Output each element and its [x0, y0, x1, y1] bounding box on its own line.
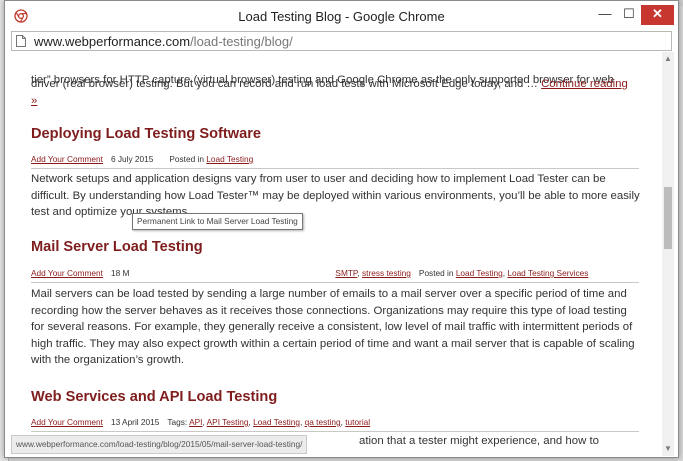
continue-tail-wrap: »	[31, 93, 641, 110]
post-title-web-services[interactable]: Web Services and API Load Testing	[31, 389, 277, 405]
post-body-mail-server: Mail servers can be load tested by sendi…	[31, 288, 635, 366]
link-tooltip: Permanent Link to Mail Server Load Testi…	[132, 213, 303, 230]
continue-reading-tail[interactable]: »	[31, 95, 37, 107]
tag-link-api[interactable]: API	[189, 417, 202, 427]
post-title-deploying[interactable]: Deploying Load Testing Software	[31, 126, 261, 142]
chrome-window: Load Testing Blog - Google Chrome — ☐ ✕ …	[4, 0, 679, 458]
posted-in-label: Posted in	[418, 268, 454, 278]
window-title: Load Testing Blog - Google Chrome	[238, 9, 445, 24]
url-path: /load-testing/blog/	[190, 34, 293, 49]
tag-link-qa-testing[interactable]: qa testing	[305, 417, 341, 427]
tag-link-api-testing[interactable]: API Testing	[207, 417, 249, 427]
scroll-down-arrow-icon[interactable]: ▼	[664, 444, 672, 453]
title-bar[interactable]: Load Testing Blog - Google Chrome — ☐ ✕	[5, 1, 678, 31]
intro-line-2-wrap: driver (real browser) testing. But you c…	[31, 76, 641, 93]
scrollbar-thumb[interactable]	[664, 187, 672, 249]
page-icon	[16, 35, 26, 47]
scroll-up-arrow-icon[interactable]: ▲	[664, 54, 672, 63]
tags-label: Tags:	[167, 417, 188, 427]
continue-reading-link[interactable]: Continue reading	[541, 78, 628, 90]
post-date-fragment: 18 M	[110, 268, 130, 278]
url-host: www.webperformance.com	[34, 34, 191, 49]
minimize-button[interactable]: —	[597, 5, 613, 25]
tag-link-load-testing[interactable]: Load Testing	[253, 417, 300, 427]
post-body-deploying: Network setups and application designs v…	[31, 173, 640, 218]
post-date: 13 April 2015	[110, 417, 160, 427]
category-link-load-testing-services[interactable]: Load Testing Services	[507, 268, 588, 278]
post-meta-mail-server: Add Your Comment 18 M SMTP, stress testing…	[31, 268, 639, 283]
maximize-button[interactable]: ☐	[621, 5, 637, 25]
post-date: 6 July 2015	[110, 154, 154, 164]
page-content: tier” browsers for HTTP capture (virtual…	[11, 52, 661, 457]
vertical-scrollbar[interactable]: ▲ ▼	[662, 52, 674, 456]
post-meta-deploying: Add Your Comment 6 July 2015 Posted in Loa…	[31, 154, 639, 169]
tag-link-stress-testing[interactable]: stress testing	[362, 268, 411, 278]
tag-link-smtp[interactable]: SMTP	[335, 268, 357, 278]
add-comment-link[interactable]: Add Your Comment	[31, 154, 103, 164]
post-body-web-services: ation that a tester might experience, an…	[359, 435, 599, 447]
post-title-mail-server[interactable]: Mail Server Load Testing	[31, 239, 203, 255]
status-bar-url: www.webperformance.com/load-testing/blog…	[11, 435, 308, 454]
address-bar[interactable]: www.webperformance.com/load-testing/blog…	[11, 31, 672, 51]
tag-link-tutorial[interactable]: tutorial	[345, 417, 370, 427]
close-button[interactable]: ✕	[641, 5, 674, 25]
category-link[interactable]: Load Testing	[206, 154, 253, 164]
add-comment-link[interactable]: Add Your Comment	[31, 417, 103, 427]
url-text: www.webperformance.com/load-testing/blog…	[34, 34, 293, 49]
post-meta-web-services: Add Your Comment 13 April 2015 Tags: API, …	[31, 417, 639, 432]
add-comment-link[interactable]: Add Your Comment	[31, 268, 103, 278]
category-link-load-testing[interactable]: Load Testing	[456, 268, 503, 278]
intro-line-2: driver (real browser) testing. But you c…	[31, 78, 542, 90]
posted-in-label: Posted in	[169, 154, 204, 164]
